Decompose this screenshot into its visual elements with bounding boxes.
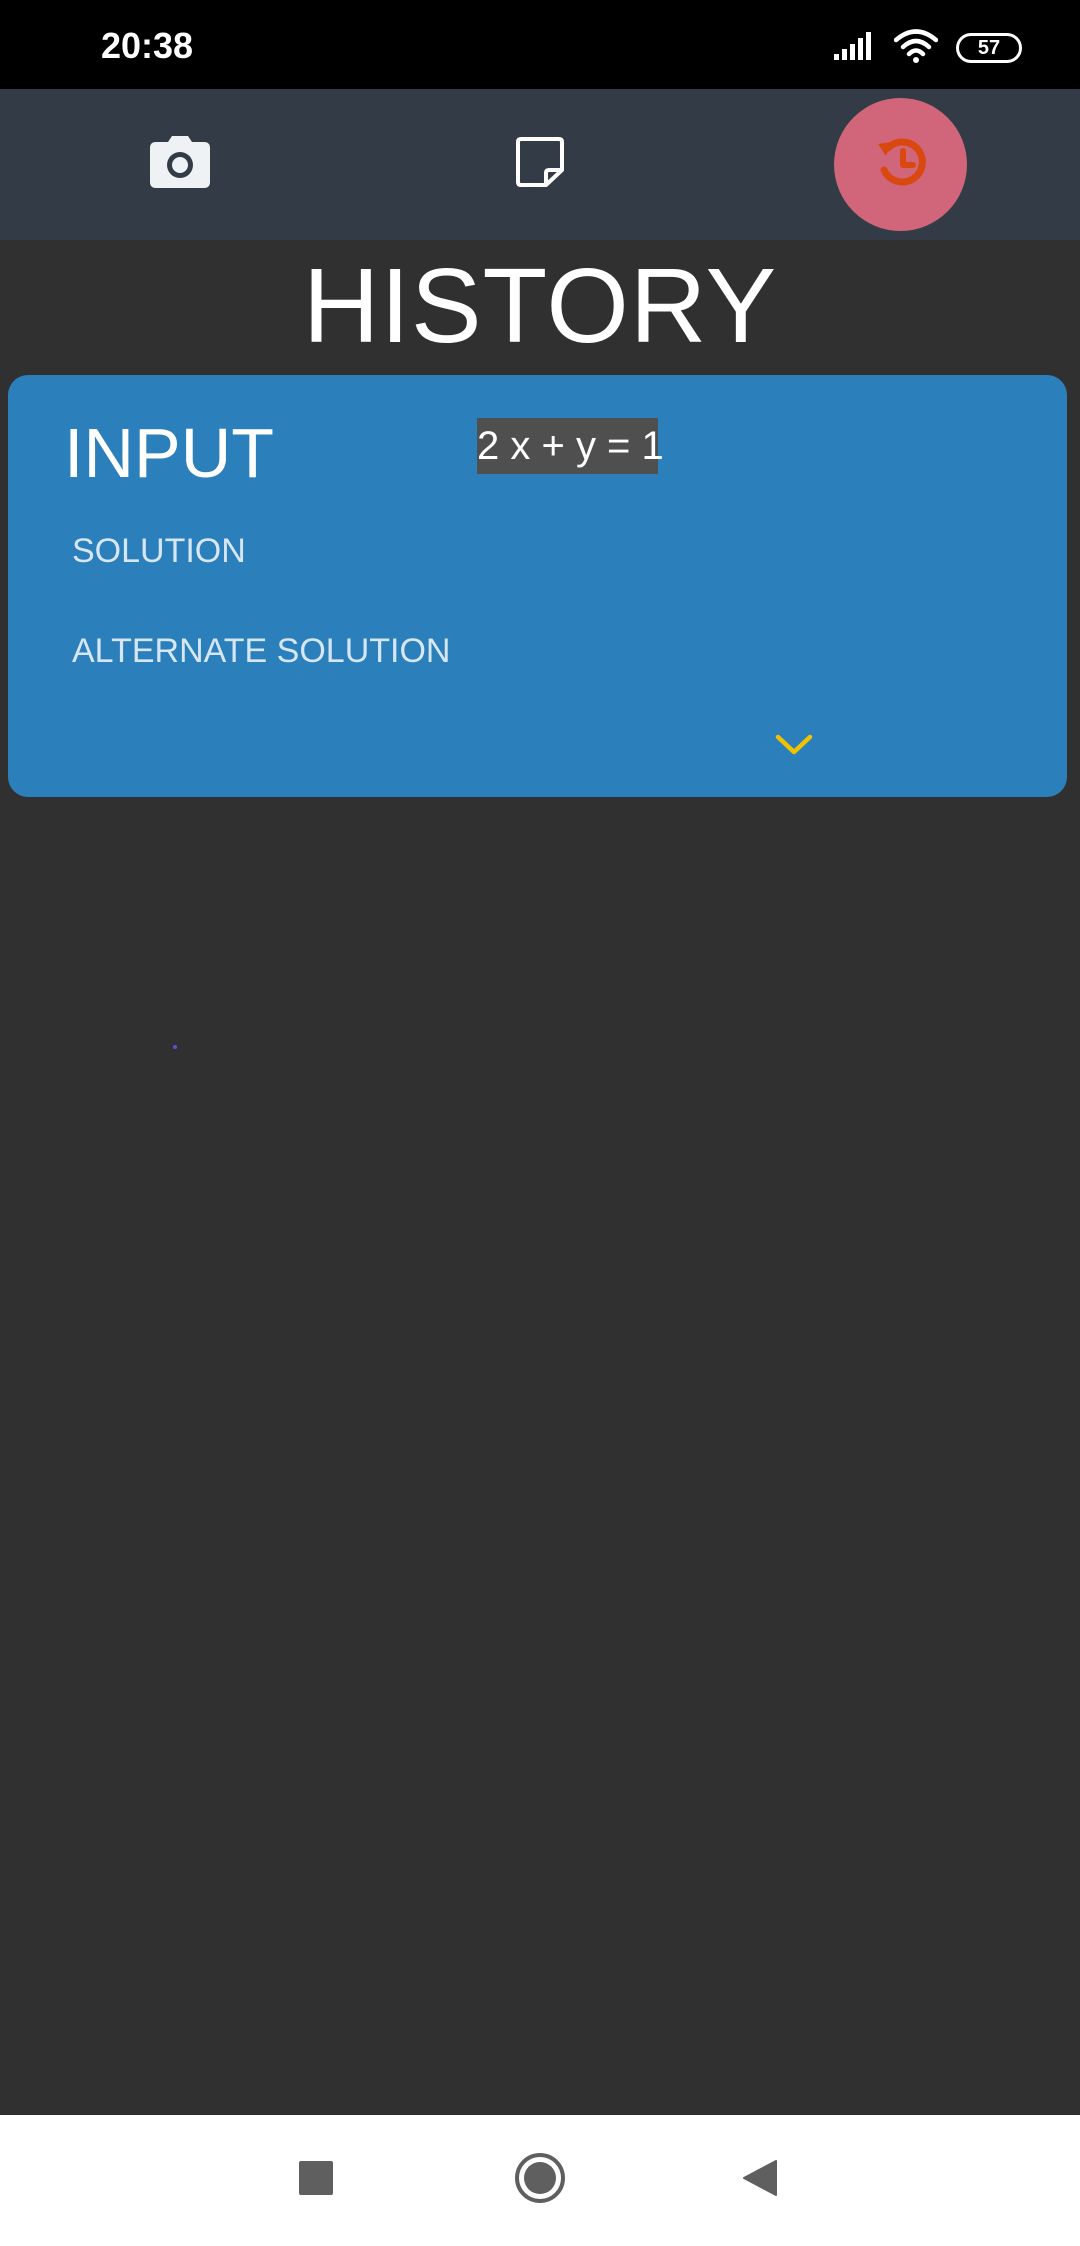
- camera-icon: [150, 136, 210, 193]
- wifi-icon: [893, 28, 939, 68]
- back-button[interactable]: [700, 2115, 820, 2246]
- alternate-solution-button[interactable]: ALTERNATE SOLUTION: [72, 631, 450, 671]
- home-icon: [514, 2152, 566, 2209]
- status-time: 20:38: [101, 25, 194, 66]
- system-nav-bar: [0, 2115, 1080, 2246]
- page-title: HISTORY: [302, 247, 778, 365]
- input-label: INPUT: [64, 414, 274, 492]
- history-icon: [872, 136, 928, 193]
- status-icons: 57: [834, 28, 1022, 68]
- home-button[interactable]: [480, 2115, 600, 2246]
- decorative-dot: [173, 1045, 177, 1049]
- note-icon: [515, 136, 565, 193]
- status-bar: 20:38 57: [0, 0, 1080, 89]
- tab-note[interactable]: [360, 89, 720, 240]
- recents-button[interactable]: [256, 2115, 376, 2246]
- battery-icon: 57: [956, 33, 1022, 63]
- solution-button[interactable]: SOLUTION: [72, 531, 246, 571]
- history-card: INPUT 2 x + y = 1 SOLUTION ALTERNATE SOL…: [8, 375, 1067, 797]
- chevron-down-icon: [774, 733, 814, 762]
- battery-level: 57: [977, 37, 1001, 59]
- top-tab-bar: [0, 89, 1080, 240]
- expand-button[interactable]: [768, 729, 820, 765]
- equation-text: 2 x + y = 1: [477, 418, 664, 474]
- tab-history[interactable]: [720, 89, 1080, 240]
- recents-icon: [299, 2161, 333, 2200]
- active-tab-indicator: [833, 98, 967, 231]
- signal-icon: [834, 31, 876, 65]
- tab-camera[interactable]: [0, 89, 360, 240]
- back-icon: [742, 2159, 778, 2202]
